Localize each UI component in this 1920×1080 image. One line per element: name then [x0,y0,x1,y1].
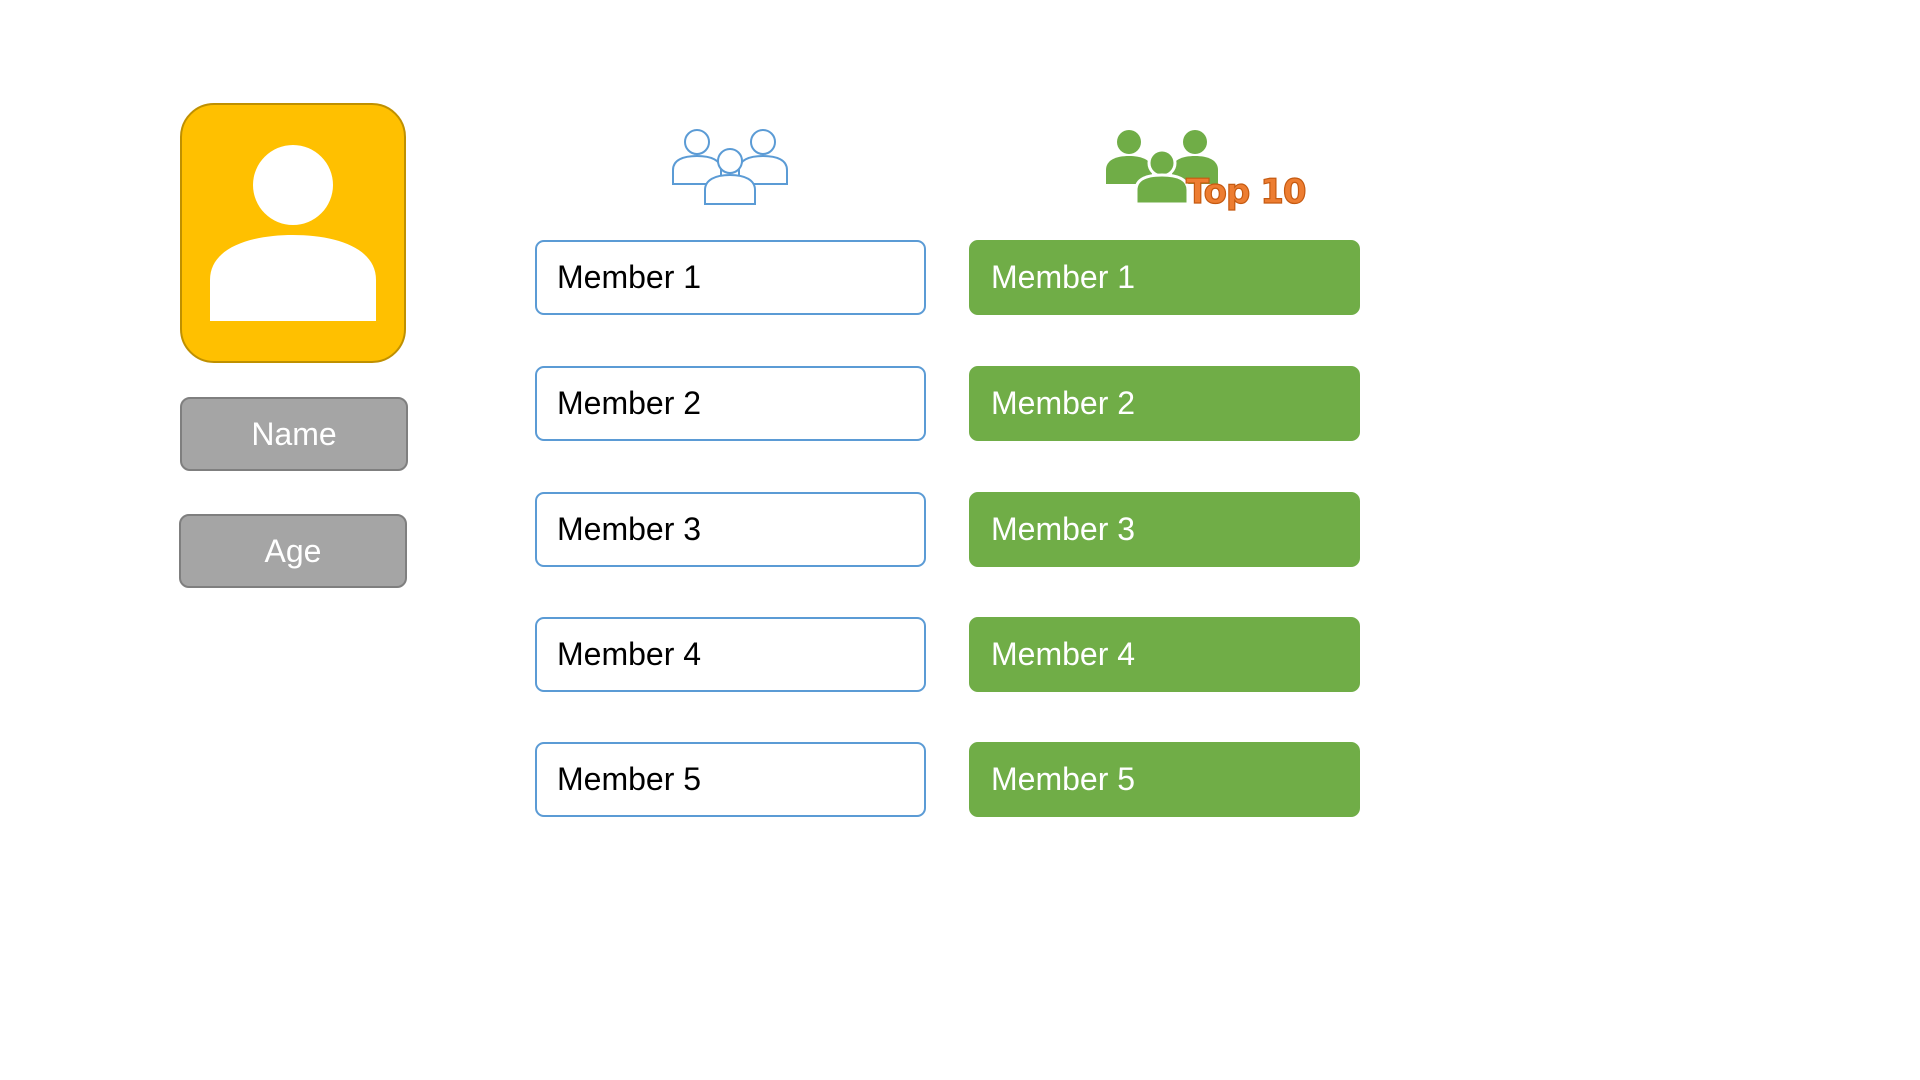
name-field[interactable]: Name [180,397,408,471]
top-member-item[interactable]: Member 4 [969,617,1360,692]
member-item[interactable]: Member 5 [535,742,926,817]
top-member-item[interactable]: Member 3 [969,492,1360,567]
top-10-badge: Top 10 [1185,171,1307,212]
user-icon [210,145,376,321]
profile-avatar-card[interactable] [180,103,406,363]
top-member-item[interactable]: Member 1 [969,240,1360,315]
top-members-header: Top 10 [1100,126,1310,222]
member-item[interactable]: Member 3 [535,492,926,567]
top-member-item[interactable]: Member 5 [969,742,1360,817]
member-item[interactable]: Member 2 [535,366,926,441]
member-item[interactable]: Member 4 [535,617,926,692]
top-member-item[interactable]: Member 2 [969,366,1360,441]
group-outline-icon [672,129,788,205]
member-item[interactable]: Member 1 [535,240,926,315]
age-field[interactable]: Age [179,514,407,588]
